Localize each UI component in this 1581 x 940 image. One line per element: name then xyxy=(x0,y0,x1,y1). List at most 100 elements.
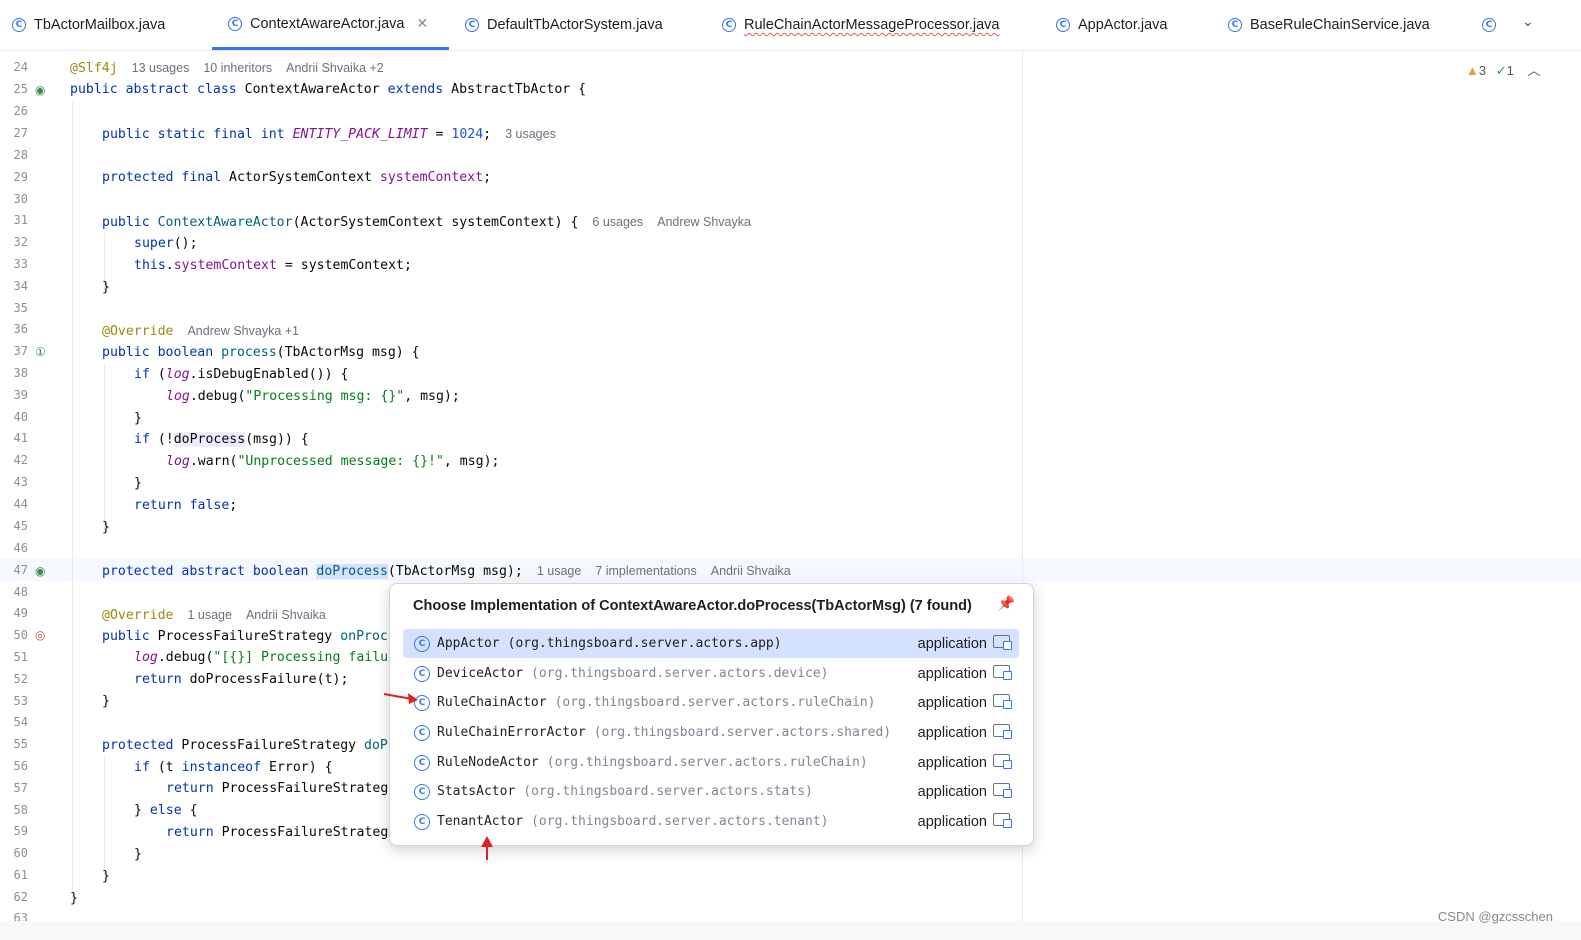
line-number: 50 xyxy=(13,628,28,642)
line-number: 28 xyxy=(13,148,28,162)
code-line-53: } xyxy=(102,694,110,709)
class-icon: C xyxy=(1228,18,1242,32)
ok-count: 1 xyxy=(1506,63,1514,78)
line-number: 61 xyxy=(13,868,28,882)
code-line-37: public boolean process(TbActorMsg msg) { xyxy=(102,345,420,360)
implemented-icon[interactable]: ◉ xyxy=(35,83,45,97)
module-folder-icon xyxy=(993,754,1012,769)
code-line-55: protected ProcessFailureStrategy doP xyxy=(102,738,388,753)
selected-symbol: doProcess xyxy=(316,564,388,579)
module-folder-icon xyxy=(993,813,1012,828)
class-icon: C xyxy=(414,635,430,652)
code-line-42: log.warn("Unprocessed message: {}!", msg… xyxy=(166,454,500,469)
code-line-24: @Slf4j 13 usages 10 inheritors Andrii Shvai… xyxy=(70,61,384,76)
module-folder-icon xyxy=(993,694,1012,709)
line-number: 36 xyxy=(13,322,28,336)
line-number: 37 xyxy=(13,344,28,358)
line-number: 38 xyxy=(13,366,28,380)
class-icon: C xyxy=(465,18,479,32)
code-line-27: public static final int ENTITY_PACK_LIMI… xyxy=(102,127,556,142)
line-number: 39 xyxy=(13,388,28,402)
line-number: 57 xyxy=(13,781,28,795)
code-line-62: } xyxy=(70,891,78,906)
tab-label: BaseRuleChainService.java xyxy=(1250,17,1430,33)
warning-icon: ▲ xyxy=(1466,63,1479,78)
code-line-58: } else { xyxy=(134,803,198,818)
check-icon: ✓ xyxy=(1495,63,1507,78)
code-line-31: public ContextAwareActor(ActorSystemCont… xyxy=(102,215,751,230)
line-number: 45 xyxy=(13,519,28,533)
class-icon: C xyxy=(414,783,430,800)
class-icon: C xyxy=(414,665,430,682)
implementation-item[interactable]: C RuleChainActor (org.thingsboard.server.… xyxy=(403,688,1019,717)
override-icon[interactable]: ① xyxy=(35,345,46,359)
code-line-41: if (!doProcess(msg)) { xyxy=(134,432,309,447)
implementation-item[interactable]: C TenantActor (org.thingsboard.server.act… xyxy=(403,807,1019,836)
line-number: 31 xyxy=(13,213,28,227)
class-icon: C xyxy=(1482,18,1496,32)
code-line-51: log.debug("[{}] Processing failu xyxy=(134,650,389,665)
class-icon: C xyxy=(722,18,736,32)
warning-count: 3 xyxy=(1478,63,1487,78)
code-line-29: protected final ActorSystemContext syste… xyxy=(102,170,492,185)
red-arrow-annotation xyxy=(383,693,418,704)
class-icon: C xyxy=(414,813,430,830)
implemented-icon[interactable]: ◉ xyxy=(35,564,45,578)
implementation-item[interactable]: C AppActor (org.thingsboard.server.actors… xyxy=(403,629,1019,658)
code-line-50: public ProcessFailureStrategy onProc xyxy=(102,629,388,644)
override-icon[interactable]: ◎ xyxy=(35,628,45,642)
line-number: 54 xyxy=(13,715,28,729)
popup-title: Choose Implementation of ContextAwareAct… xyxy=(413,598,972,614)
implementation-item[interactable]: C RuleNodeActor (org.thingsboard.server.a… xyxy=(403,748,1019,777)
tab-tbactormailbox[interactable]: C TbActorMailbox.java xyxy=(12,0,165,50)
line-number: 32 xyxy=(13,235,28,249)
author-hint: Andrii Shvaika +2 xyxy=(286,61,384,75)
inspection-widget[interactable]: ▲3 ✓1 ︿ xyxy=(1466,60,1541,79)
tab-appactor[interactable]: C AppActor.java xyxy=(1056,0,1167,50)
code-line-44: return false; xyxy=(134,498,238,513)
code-line-38: if (log.isDebugEnabled()) { xyxy=(134,367,349,382)
pin-icon[interactable]: 📌 xyxy=(998,596,1015,612)
tab-defaulttbactorsystem[interactable]: C DefaultTbActorSystem.java xyxy=(465,0,663,50)
line-number: 53 xyxy=(13,694,28,708)
code-line-25: public abstract class ContextAwareActor … xyxy=(70,82,587,97)
code-line-49: @Override 1 usage Andrii Shvaika xyxy=(102,608,326,623)
red-arrow-annotation xyxy=(481,836,493,860)
line-number: 46 xyxy=(13,541,28,555)
line-number: 52 xyxy=(13,672,28,686)
implementation-item[interactable]: C RuleChainErrorActor (org.thingsboard.se… xyxy=(403,718,1019,747)
line-number: 49 xyxy=(13,606,28,620)
module-folder-icon xyxy=(993,665,1012,680)
class-icon: C xyxy=(1056,18,1070,32)
code-line-34: } xyxy=(102,280,110,295)
tab-overflow[interactable]: C xyxy=(1482,0,1504,50)
module-folder-icon xyxy=(993,783,1012,798)
code-line-40: } xyxy=(134,411,142,426)
line-number: 43 xyxy=(13,475,28,489)
implementation-item[interactable]: C DeviceActor (org.thingsboard.server.act… xyxy=(403,659,1019,688)
implementation-item[interactable]: C StatsActor (org.thingsboard.server.acto… xyxy=(403,777,1019,806)
code-line-36: @Override Andrew Shvayka +1 xyxy=(102,324,299,339)
code-line-45: } xyxy=(102,520,110,535)
line-number: 60 xyxy=(13,846,28,860)
tab-rulechainactormessageprocessor[interactable]: C RuleChainActorMessageProcessor.java xyxy=(722,0,1000,50)
status-bar xyxy=(0,921,1581,940)
chevron-down-icon[interactable]: ⌄ xyxy=(1522,14,1534,30)
chevron-up-icon[interactable]: ︿ xyxy=(1528,63,1541,78)
line-number: 51 xyxy=(13,650,28,664)
line-number: 25 xyxy=(13,82,28,96)
choose-implementation-popup[interactable]: Choose Implementation of ContextAwareAct… xyxy=(389,583,1034,846)
class-icon: C xyxy=(414,724,430,741)
code-line-47: protected abstract boolean doProcess(TbA… xyxy=(102,564,791,579)
code-line-56: if (t instanceof Error) { xyxy=(134,760,333,775)
line-number: 30 xyxy=(13,192,28,206)
close-icon[interactable]: ✕ xyxy=(416,15,428,32)
tab-contextawareactor[interactable]: C ContextAwareActor.java ✕ xyxy=(212,0,449,50)
tab-label: ContextAwareActor.java xyxy=(250,15,405,32)
line-number: 44 xyxy=(13,497,28,511)
editor-tab-bar: C TbActorMailbox.java C ContextAwareActo… xyxy=(0,0,1581,51)
tab-baserulechainservice[interactable]: C BaseRuleChainService.java xyxy=(1228,0,1430,50)
watermark: CSDN @gzcsschen xyxy=(1437,909,1553,924)
line-number: 40 xyxy=(13,410,28,424)
module-folder-icon xyxy=(993,635,1012,650)
